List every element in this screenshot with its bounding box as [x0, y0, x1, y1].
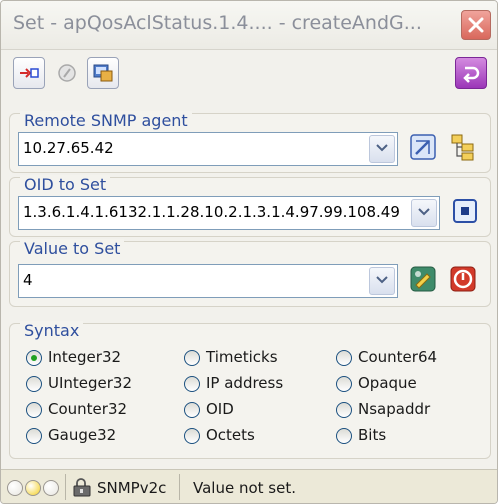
stop-button[interactable] — [51, 57, 83, 89]
radio-circle — [26, 428, 42, 444]
status-message: Value not set. — [193, 479, 296, 497]
radio-circle — [336, 428, 352, 444]
mib-browser-button[interactable] — [87, 57, 119, 89]
chevron-down-icon — [376, 276, 388, 284]
radio-label: UInteger32 — [48, 374, 133, 392]
radio-circle — [336, 402, 352, 418]
radio-circle — [336, 376, 352, 392]
radio-label: Nsapaddr — [358, 400, 431, 418]
radio-label: IP address — [206, 374, 284, 392]
radio-circle — [184, 350, 200, 366]
agent-properties-icon — [410, 134, 436, 160]
remote-agent-value: 10.27.65.42 — [23, 139, 114, 157]
status-separator — [179, 474, 180, 500]
value-input: 4 — [23, 271, 33, 289]
set-value-button[interactable] — [448, 264, 478, 294]
radio-label: Counter32 — [48, 400, 128, 418]
set-window: Set - apQosAclStatus.1.4.... - createAnd… — [0, 0, 498, 504]
title-bar[interactable]: Set - apQosAclStatus.1.4.... - createAnd… — [1, 1, 497, 50]
radio-label: Integer32 — [48, 348, 122, 366]
exit-button[interactable] — [455, 57, 487, 89]
radio-selected-dot — [31, 355, 37, 361]
stop-icon — [58, 64, 76, 82]
lock-icon — [73, 478, 91, 497]
oid-combo[interactable]: 1.3.6.1.4.1.6132.1.1.28.10.2.1.3.1.4.97.… — [18, 196, 440, 230]
syntax-label: Syntax — [20, 321, 84, 340]
syntax-radio-grid: Integer32 UInteger32 Counter32 Gauge32 T… — [10, 348, 490, 456]
close-button[interactable] — [461, 10, 491, 40]
snmp-version: SNMPv2c — [97, 479, 167, 497]
radio-circle — [184, 402, 200, 418]
radio-label: Timeticks — [206, 348, 278, 366]
oid-dropdown-button[interactable] — [411, 199, 437, 227]
oid-label: OID to Set — [20, 175, 111, 194]
value-label: Value to Set — [20, 239, 125, 258]
value-editor-button[interactable] — [408, 264, 438, 294]
radio-label: Counter64 — [358, 348, 438, 366]
value-combo[interactable]: 4 — [18, 264, 398, 298]
select-oid-icon — [453, 199, 477, 223]
value-editor-icon — [410, 266, 436, 292]
oid-value: 1.3.6.1.4.1.6132.1.1.28.10.2.1.3.1.4.97.… — [23, 203, 400, 221]
send-request-icon — [20, 68, 39, 78]
agent-list-button[interactable] — [448, 132, 478, 162]
status-led-3 — [43, 480, 59, 496]
remote-agent-combo[interactable]: 10.27.65.42 — [18, 132, 398, 166]
agent-properties-button[interactable] — [408, 132, 438, 162]
remote-agent-dropdown-button[interactable] — [369, 135, 395, 163]
chevron-down-icon — [376, 144, 388, 152]
radio-label: OID — [206, 400, 234, 418]
window-title: Set - apQosAclStatus.1.4.... - createAnd… — [13, 12, 422, 34]
radio-circle — [336, 350, 352, 366]
select-oid-button[interactable] — [450, 196, 480, 226]
radio-circle — [26, 376, 42, 392]
value-group: Value to Set 4 — [9, 239, 491, 307]
radio-circle — [26, 350, 42, 366]
set-value-icon — [450, 266, 476, 292]
toolbar — [1, 53, 497, 95]
status-led-1 — [7, 480, 23, 496]
oid-group: OID to Set 1.3.6.1.4.1.6132.1.1.28.10.2.… — [9, 175, 491, 237]
radio-circle — [26, 402, 42, 418]
syntax-group: Syntax Integer32 UInteger32 Counter32 Ga… — [9, 321, 491, 459]
status-separator — [65, 474, 66, 500]
radio-label: Opaque — [358, 374, 417, 392]
status-led-2 — [25, 480, 41, 496]
radio-circle — [184, 428, 200, 444]
remote-agent-group: Remote SNMP agent 10.27.65.42 — [9, 111, 491, 173]
mib-browser-icon — [93, 64, 113, 82]
value-dropdown-button[interactable] — [369, 267, 395, 295]
radio-circle — [184, 376, 200, 392]
chevron-down-icon — [418, 208, 430, 216]
radio-label: Gauge32 — [48, 426, 117, 444]
radio-label: Bits — [358, 426, 387, 444]
exit-icon — [463, 66, 480, 83]
status-bar: SNMPv2c Value not set. — [1, 469, 497, 503]
agent-list-icon — [451, 134, 474, 161]
close-icon — [468, 17, 484, 33]
send-request-button[interactable] — [13, 57, 45, 89]
radio-label: Octets — [206, 426, 255, 444]
remote-agent-label: Remote SNMP agent — [20, 111, 192, 130]
